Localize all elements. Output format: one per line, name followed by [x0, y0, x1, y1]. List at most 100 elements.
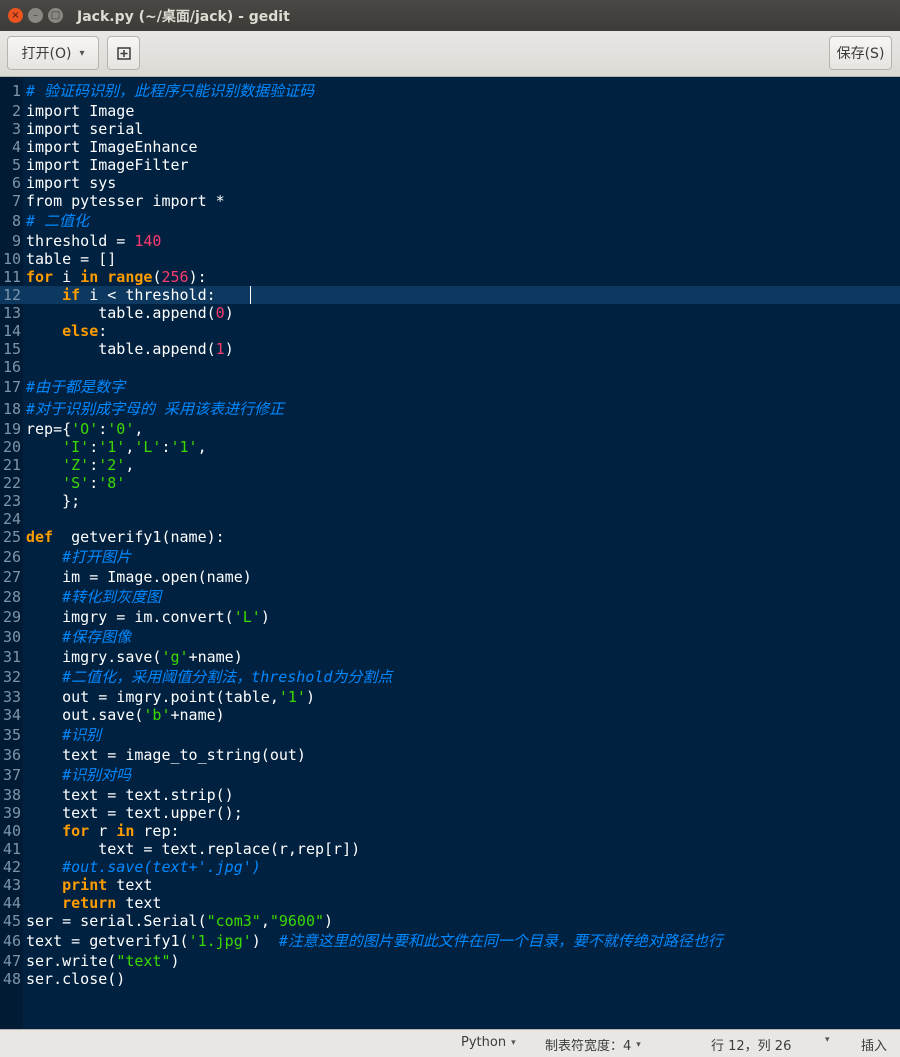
minimize-icon[interactable]: –	[28, 8, 43, 23]
line-number: 44	[2, 894, 21, 912]
line-number: 15	[2, 340, 21, 358]
line-number: 29	[2, 608, 21, 626]
line-number: 37	[2, 766, 21, 784]
line-number: 33	[2, 688, 21, 706]
code-text: from pytesser import *	[26, 192, 225, 210]
tab-width-selector[interactable]: 制表符宽度：4 ▾	[545, 1035, 641, 1054]
line-number: 17	[2, 378, 21, 396]
line-number: 48	[2, 970, 21, 988]
code-editor[interactable]: 1 # 验证码识别，此程序只能识别数据验证码 2 import Image 3 impor…	[0, 77, 900, 1029]
code-text: # 验证码识别，此程序只能识别数据验证码	[26, 82, 315, 100]
line-number: 38	[2, 786, 21, 804]
line-number: 47	[2, 952, 21, 970]
line-number: 23	[2, 492, 21, 510]
line-number: 13	[2, 304, 21, 322]
line-number: 35	[2, 726, 21, 744]
chevron-down-icon: ▾	[636, 1039, 641, 1050]
language-selector[interactable]: Python ▾	[461, 1035, 516, 1050]
line-number: 31	[2, 648, 21, 666]
header-toolbar: 打开(O) ▾ 保存(S)	[0, 31, 900, 77]
code-text: ser.write("text")	[26, 952, 180, 970]
code-text: rep={'O':'0',	[26, 420, 144, 438]
line-number: 6	[11, 174, 21, 192]
code-text: # 二值化	[26, 212, 90, 230]
position-dropdown[interactable]: ▾	[825, 1035, 830, 1045]
line-number: 46	[2, 932, 21, 950]
line-number: 2	[11, 102, 21, 120]
code-text: text = text.strip()	[26, 786, 234, 804]
code-text: 'I':'1','L':'1',	[62, 438, 207, 456]
line-number: 1	[11, 82, 21, 100]
save-button[interactable]: 保存(S)	[829, 36, 892, 70]
cursor-position-selector[interactable]: 行 12，列 26	[711, 1035, 791, 1054]
insert-mode-indicator[interactable]: 插入	[861, 1035, 887, 1054]
line-number: 45	[2, 912, 21, 930]
line-number: 34	[2, 706, 21, 724]
open-button[interactable]: 打开(O) ▾	[7, 36, 99, 70]
status-bar: Python ▾ 制表符宽度：4 ▾ 行 12，列 26 ▾ 插入	[0, 1029, 900, 1057]
code-text: for r in rep:	[62, 822, 180, 840]
line-number: 7	[11, 192, 21, 210]
line-number: 19	[2, 420, 21, 438]
line-number: 3	[11, 120, 21, 138]
code-text: 'Z':'2',	[62, 456, 135, 474]
save-button-label: 保存(S)	[836, 46, 885, 62]
code-text: table.append(0)	[26, 304, 234, 322]
code-text: print text	[62, 876, 153, 894]
code-text: #二值化，采用阈值分割法，threshold为分割点	[62, 668, 393, 686]
code-text: import Image	[26, 102, 135, 120]
cursor-position-label: 行 12，列 26	[711, 1039, 792, 1054]
line-number: 24	[2, 510, 21, 528]
code-text: 'S':'8'	[62, 474, 126, 492]
line-number: 42	[2, 858, 21, 876]
close-icon[interactable]: ×	[8, 8, 23, 23]
code-text: #由于都是数字	[26, 378, 126, 396]
tab-width-label: 制表符宽度：4	[545, 1039, 632, 1054]
line-number: 41	[2, 840, 21, 858]
code-text: out = imgry.point(table,'1')	[26, 688, 315, 706]
code-text: import sys	[26, 174, 117, 192]
line-number: 40	[2, 822, 21, 840]
code-text: #转化到灰度图	[62, 588, 162, 606]
code-text: ser.close()	[26, 970, 126, 988]
code-text: out.save('b'+name)	[26, 706, 225, 724]
open-button-label: 打开(O)	[21, 46, 72, 62]
line-number: 4	[11, 138, 21, 156]
line-number: 5	[11, 156, 21, 174]
code-text: #对于识别成字母的 采用该表进行修正	[26, 400, 285, 418]
title-bar: × – □ Jack.py (~/桌面/jack) - gedit	[0, 0, 900, 31]
line-number: 43	[2, 876, 21, 894]
code-text: };	[26, 492, 81, 510]
language-label: Python	[461, 1035, 507, 1050]
line-number: 20	[2, 438, 21, 456]
code-text: text = text.upper();	[26, 804, 243, 822]
line-number: 28	[2, 588, 21, 606]
code-text: #识别	[62, 726, 102, 744]
code-text: table = []	[26, 250, 117, 268]
line-number: 32	[2, 668, 21, 686]
code-text: for i in range(256):	[26, 268, 207, 286]
code-text: text = text.replace(r,rep[r])	[26, 840, 361, 858]
maximize-icon[interactable]: □	[48, 8, 63, 23]
code-text: #out.save(text+'.jpg')	[62, 858, 261, 876]
code-text: #保存图像	[62, 628, 132, 646]
line-number: 22	[2, 474, 21, 492]
code-text: #识别对吗	[62, 766, 132, 784]
code-text: #打开图片	[62, 548, 132, 566]
code-text: return text	[62, 894, 162, 912]
chevron-down-icon: ▾	[79, 47, 85, 59]
new-tab-button[interactable]	[107, 36, 140, 70]
new-document-icon	[116, 47, 131, 60]
code-text: text = getverify1('1.jpg') #注意这里的图片要和此文件…	[26, 932, 723, 950]
line-number: 14	[2, 322, 21, 340]
text-cursor	[250, 286, 251, 304]
code-text: ser = serial.Serial("com3","9600")	[26, 912, 334, 930]
line-number: 39	[2, 804, 21, 822]
insert-mode-label: 插入	[861, 1039, 888, 1054]
line-number: 8	[11, 212, 21, 230]
line-number: 16	[2, 358, 21, 376]
code-text: imgry = im.convert('L')	[26, 608, 270, 626]
code-text: import ImageEnhance	[26, 138, 198, 156]
code-text: im = Image.open(name)	[26, 568, 252, 586]
code-text: imgry.save('g'+name)	[26, 648, 243, 666]
